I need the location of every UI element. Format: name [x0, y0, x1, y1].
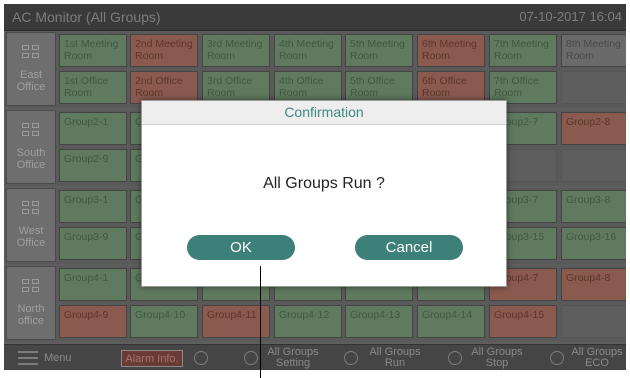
dialog-message: All Groups Run ?: [263, 175, 385, 192]
ac-monitor-screen: AC Monitor (All Groups) 07-10-2017 16:04…: [4, 4, 626, 370]
callout-pointer-line: [260, 266, 261, 378]
confirmation-dialog: Confirmation All Groups Run ? OK Cancel: [141, 100, 507, 287]
ok-button[interactable]: OK: [187, 235, 295, 260]
dialog-header: Confirmation: [142, 101, 506, 125]
cancel-button[interactable]: Cancel: [355, 235, 463, 260]
modal-overlay: Confirmation All Groups Run ? OK Cancel: [4, 4, 626, 370]
dialog-title: Confirmation: [284, 104, 364, 120]
